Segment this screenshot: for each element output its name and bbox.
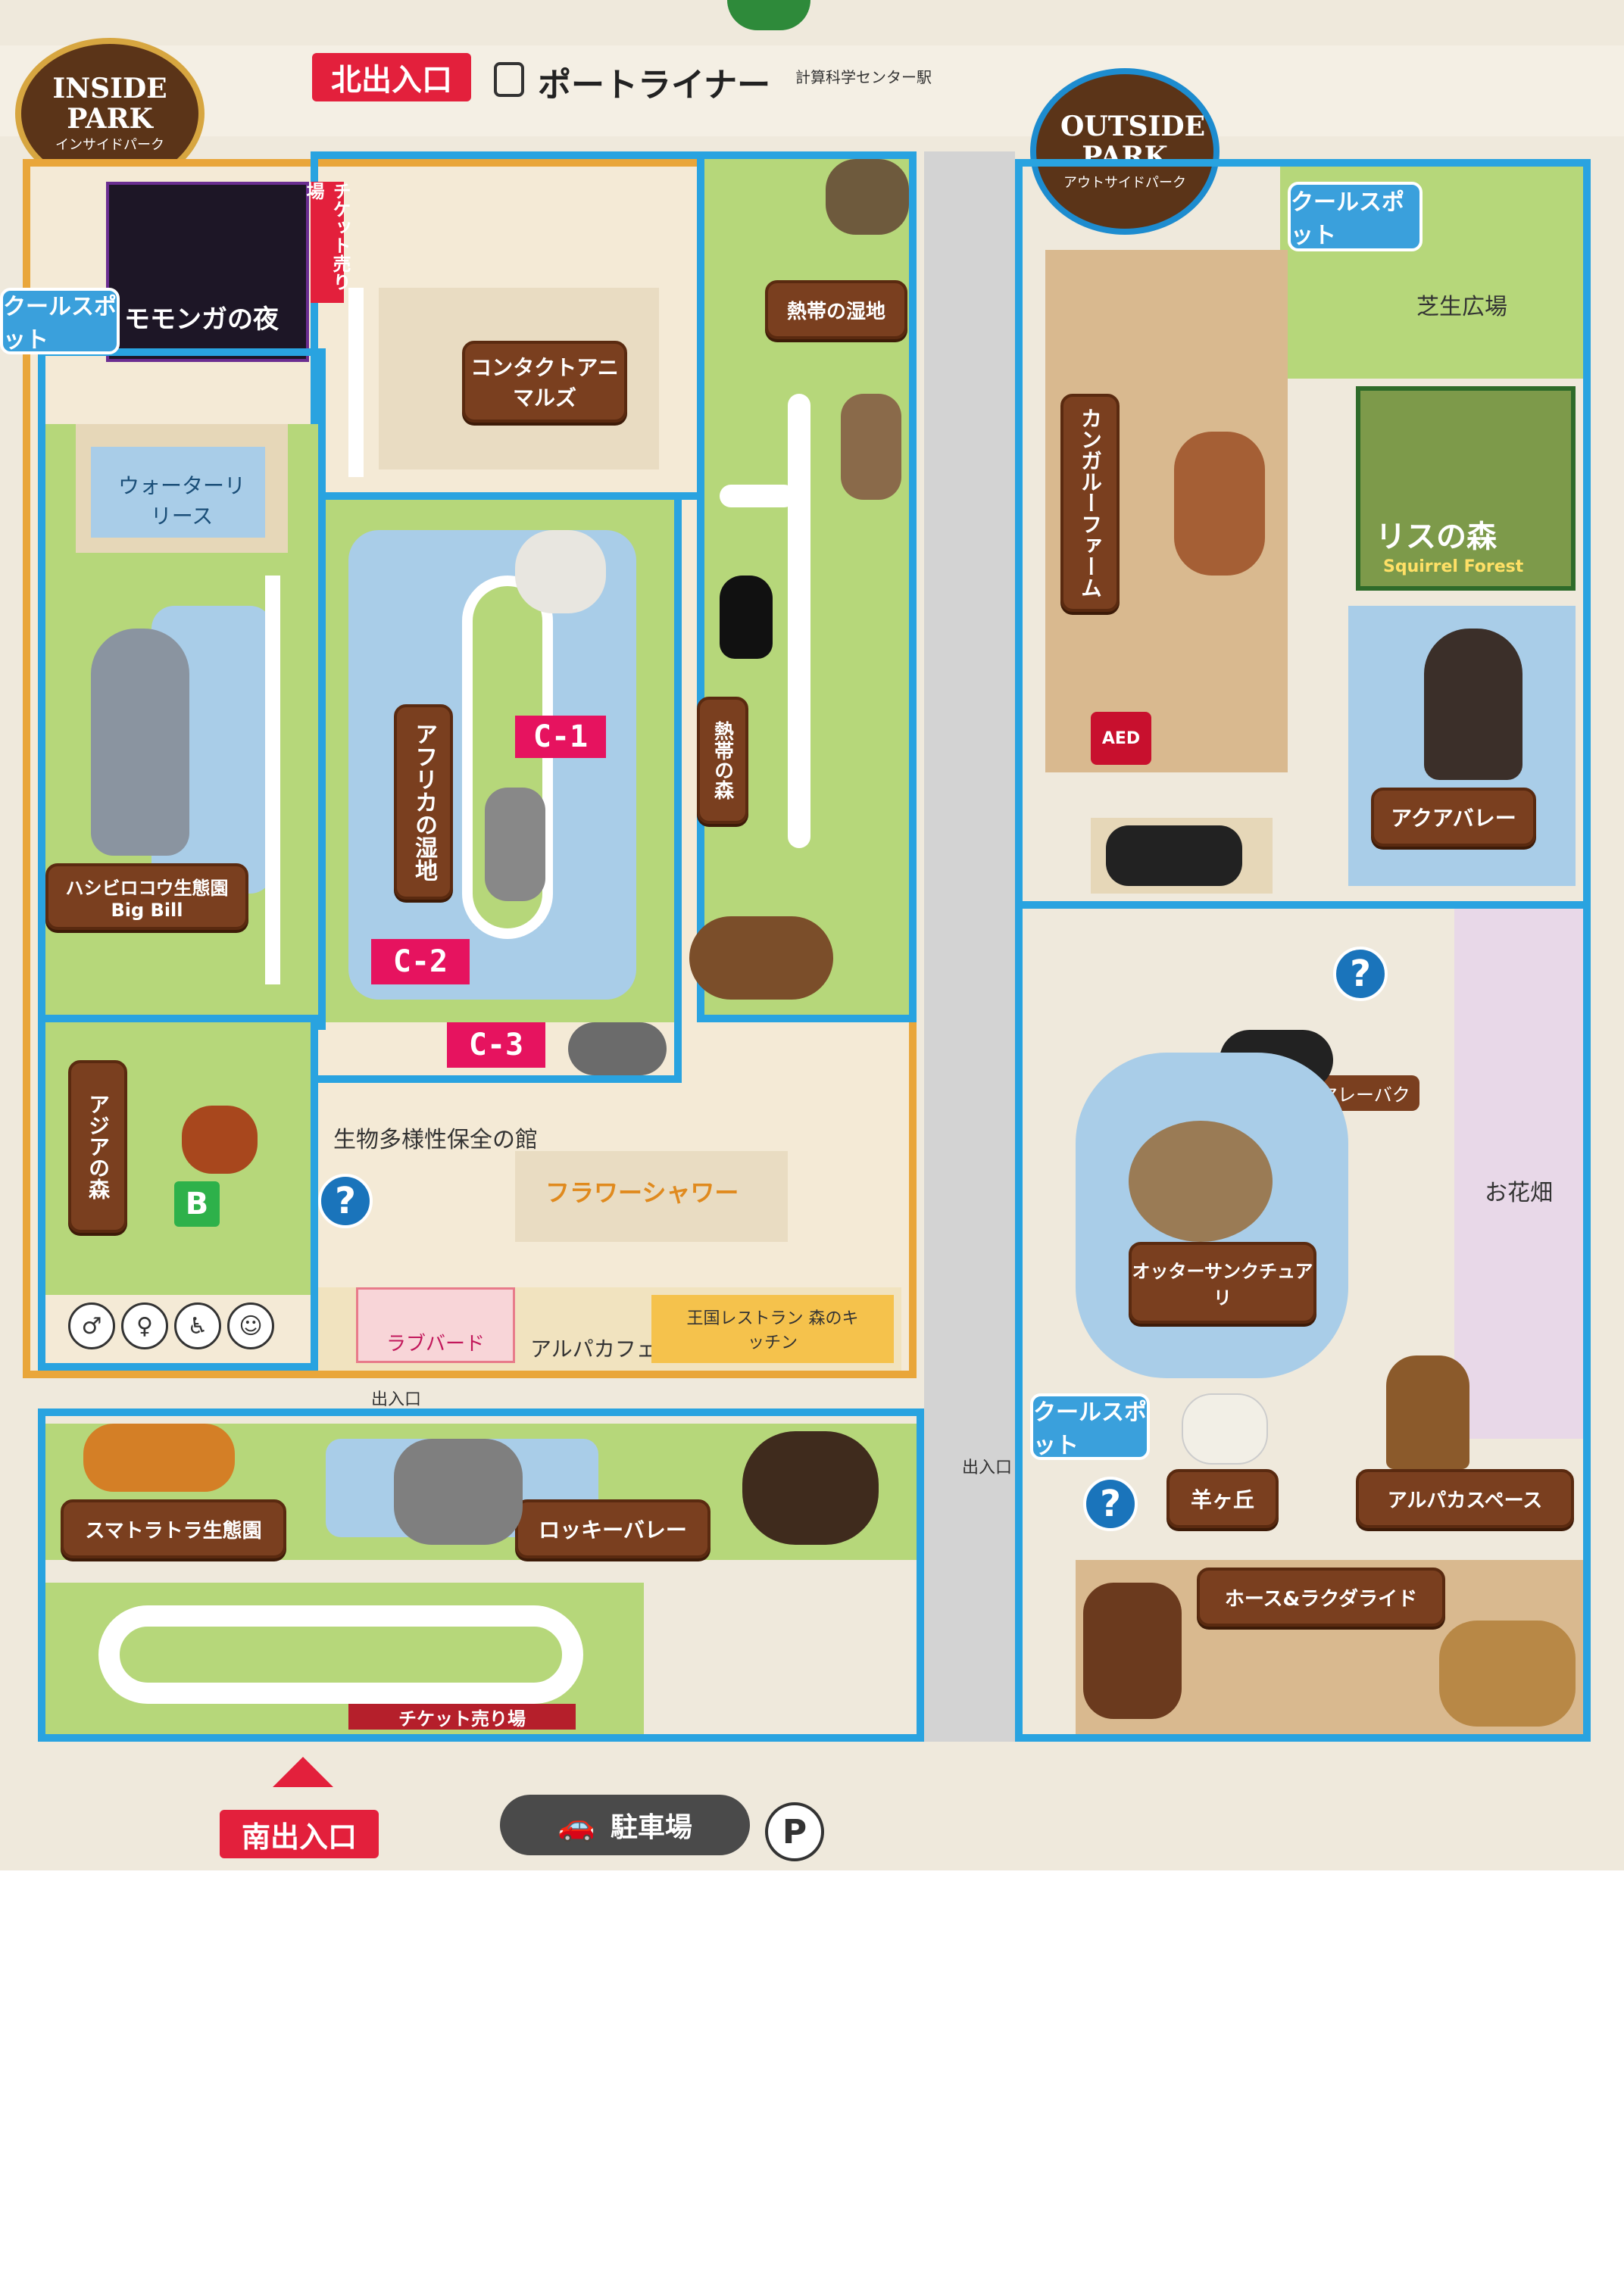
big-bill-path	[265, 576, 280, 984]
big-bill-sign[interactable]: ハシビロコウ生態園 Big Bill	[45, 863, 248, 930]
alpaca-space-sign[interactable]: アルパカスペース	[1356, 1469, 1574, 1528]
squirrel-forest-panel[interactable]: リスの森 Squirrel Forest	[1356, 386, 1576, 591]
toilet-icon-asia: ♂	[68, 1302, 115, 1349]
baby-icon-asia: ☺	[227, 1302, 274, 1349]
top-green-leaf	[727, 0, 810, 30]
cool-spot-outside-north[interactable]: クールスポット	[1288, 182, 1423, 251]
asia-forest-sign[interactable]: アジアの森	[68, 1060, 127, 1233]
horse-image	[1083, 1583, 1182, 1719]
aqua-valley-sign[interactable]: アクアバレー	[1371, 788, 1536, 847]
parking-badge[interactable]: 🚗 駐車場	[500, 1795, 750, 1855]
train-icon	[494, 62, 524, 97]
rocky-valley-sign[interactable]: ロッキーバレー	[515, 1499, 710, 1558]
info-icon-center[interactable]: ?	[318, 1174, 373, 1228]
alpaca-cafe-label[interactable]: アルパカフェ	[530, 1333, 657, 1363]
camel-image	[1439, 1621, 1576, 1727]
red-panda-image	[182, 1106, 258, 1174]
marker-c3: C-3	[447, 1022, 545, 1068]
contact-path	[348, 288, 364, 477]
night-event-panel[interactable]: モモンガの夜	[106, 182, 309, 362]
car-icon: 🚗	[557, 1808, 595, 1843]
north-ticket-office[interactable]: チケット売り場	[303, 182, 351, 303]
bear-image	[742, 1431, 879, 1545]
toucan-image	[720, 576, 773, 659]
flower-field-label: お花畑	[1485, 1180, 1553, 1206]
kingdom-restaurant[interactable]: 王国レストラン 森のキッチン	[651, 1295, 894, 1363]
south-ticket-office[interactable]: チケット売り場	[348, 1704, 576, 1730]
south-loop-path	[98, 1605, 583, 1704]
contact-animals-sign[interactable]: コンタクトアニマルズ	[462, 341, 627, 423]
water-release-label: ウォーターリリース	[117, 473, 245, 529]
sheep-image	[1182, 1393, 1268, 1465]
tropical-path-1	[788, 394, 810, 848]
sumatra-tiger-sign[interactable]: スマトラトラ生態園	[61, 1499, 286, 1558]
flower-shower-label: フラワーシャワー	[545, 1178, 739, 1207]
otter-top-image	[826, 159, 909, 235]
zoo-map: 北出入口 ポートライナー 計算科学センター駅 INSIDE PARK インサイド…	[0, 0, 1624, 1870]
penguin-image	[1106, 825, 1242, 886]
toilet-icon-asia-2: ♀	[121, 1302, 168, 1349]
wolf-image	[394, 1439, 523, 1545]
kangaroo-farm-sign[interactable]: カンガルーファーム	[1060, 394, 1120, 612]
shoebill-image	[91, 629, 189, 856]
cool-spot-inside[interactable]: クールスポット	[0, 288, 120, 354]
tropical-path-2	[720, 485, 795, 507]
central-road	[924, 151, 1015, 1742]
biodiversity-label: 生物多様性保全の館	[333, 1127, 538, 1153]
south-entrance-label[interactable]: 南出入口	[220, 1810, 379, 1858]
grass-plaza-label: 芝生広場	[1416, 294, 1507, 320]
squirrel-forest-en: Squirrel Forest	[1383, 557, 1524, 576]
marker-b: B	[174, 1181, 220, 1227]
squirrel-forest-title: リスの森	[1376, 519, 1497, 554]
sloth-image	[841, 394, 901, 500]
parking-label: 駐車場	[610, 1812, 692, 1843]
marker-c2: C-2	[371, 939, 470, 984]
cool-spot-outside-south[interactable]: クールスポット	[1030, 1393, 1150, 1460]
hippo-image	[568, 1022, 667, 1075]
kingdom-restaurant-label: 王国レストラン 森のキッチン	[686, 1309, 859, 1352]
lemur-image	[485, 788, 545, 901]
info-icon-outside-1[interactable]: ?	[1333, 947, 1388, 1001]
alpaca-image	[1386, 1355, 1469, 1469]
wheelchair-icon-asia: ♿	[174, 1302, 221, 1349]
port-liner-label: ポートライナー	[538, 66, 771, 105]
tropical-wetland-sign[interactable]: 熱帯の湿地	[765, 280, 907, 339]
tiger-image	[83, 1424, 235, 1492]
kangaroo-image	[1174, 432, 1265, 576]
night-event-title: モモンガの夜	[124, 304, 279, 335]
entrance-label-east: 出入口	[962, 1458, 1013, 1477]
inside-park-title: INSIDE PARK	[52, 73, 167, 135]
info-icon-outside-2[interactable]: ?	[1083, 1477, 1138, 1531]
otter-image	[1129, 1121, 1273, 1242]
love-bird-label: ラブバード	[386, 1333, 485, 1355]
sheep-hill-sign[interactable]: 羊ヶ丘	[1166, 1469, 1279, 1528]
capybara-image	[689, 916, 833, 1000]
love-bird-shop[interactable]: ラブバード	[356, 1287, 515, 1363]
port-liner-note: 計算科学センター駅	[795, 68, 932, 86]
north-entrance-label[interactable]: 北出入口	[312, 53, 471, 101]
south-arrow	[273, 1757, 333, 1787]
header-strip	[0, 45, 1624, 136]
sea-lion-image	[1424, 629, 1522, 780]
bird-forest-sign[interactable]: 熱帯の森	[697, 697, 748, 824]
pelican-image	[515, 530, 606, 613]
entrance-label-south: 出入口	[371, 1390, 422, 1409]
parking-p-icon[interactable]: P	[765, 1802, 824, 1861]
marker-c1: C-1	[515, 716, 606, 758]
aed-icon: AED	[1091, 712, 1151, 765]
inside-park-sub: インサイドパーク	[55, 137, 164, 153]
horse-ride-sign[interactable]: ホース&ラクダライド	[1197, 1568, 1445, 1627]
africa-wetland-sign[interactable]: アフリカの湿地	[394, 704, 453, 900]
otter-sanctuary-sign[interactable]: オッターサンクチュアリ	[1129, 1242, 1316, 1324]
